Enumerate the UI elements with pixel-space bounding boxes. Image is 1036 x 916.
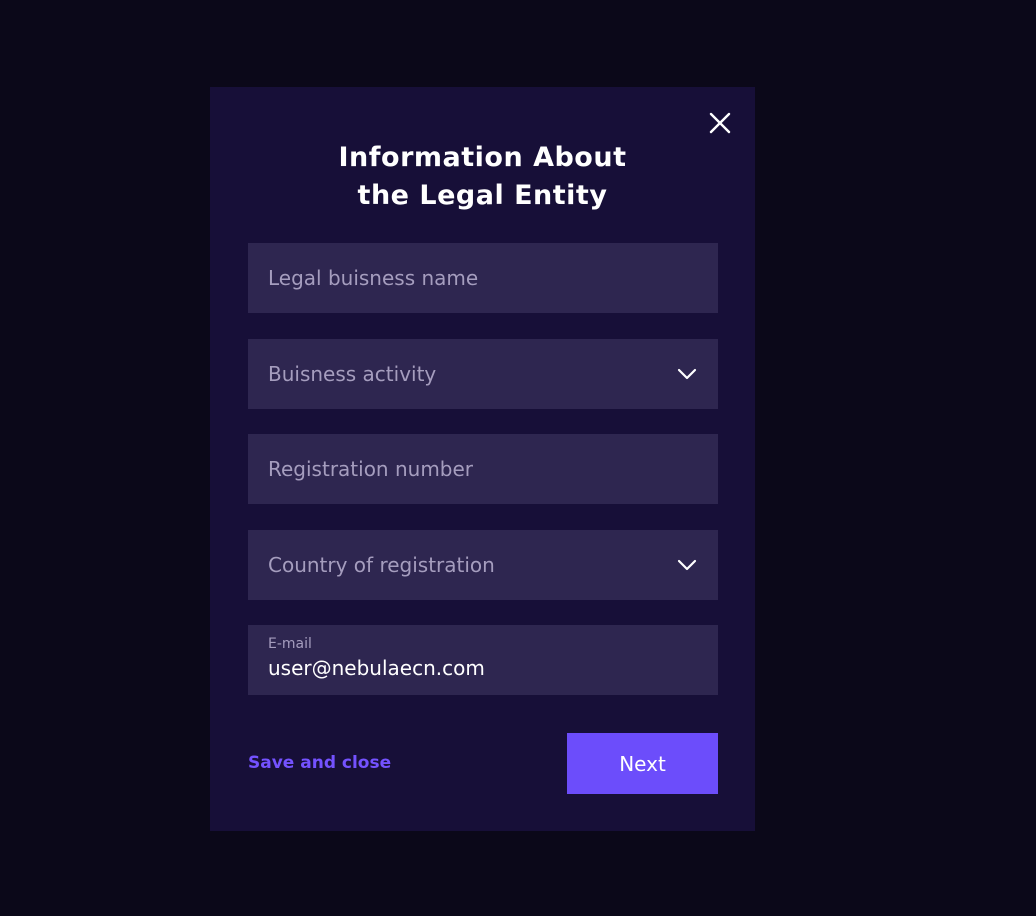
legal-entity-modal: Information About the Legal Entity Legal… [210, 87, 755, 831]
email-label: E-mail [268, 636, 312, 652]
legal-business-name-field[interactable]: Legal buisness name [248, 243, 718, 313]
chevron-down-icon [676, 363, 698, 385]
save-and-close-link[interactable]: Save and close [248, 753, 391, 773]
modal-title: Information About the Legal Entity [210, 139, 755, 215]
chevron-down-icon [676, 554, 698, 576]
registration-number-placeholder: Registration number [268, 457, 474, 481]
registration-number-field[interactable]: Registration number [248, 434, 718, 504]
modal-title-line1: Information About [338, 142, 627, 173]
next-button[interactable]: Next [567, 733, 718, 794]
close-button[interactable] [708, 111, 732, 135]
country-of-registration-select[interactable]: Country of registration [248, 530, 718, 600]
email-value: user@nebulaecn.com [268, 656, 485, 680]
close-icon [709, 112, 731, 134]
legal-business-name-placeholder: Legal buisness name [268, 266, 479, 290]
country-of-registration-placeholder: Country of registration [268, 553, 495, 577]
business-activity-select[interactable]: Buisness activity [248, 339, 718, 409]
modal-title-line2: the Legal Entity [357, 180, 608, 211]
business-activity-placeholder: Buisness activity [268, 362, 437, 386]
email-field[interactable]: E-mail user@nebulaecn.com [248, 625, 718, 695]
